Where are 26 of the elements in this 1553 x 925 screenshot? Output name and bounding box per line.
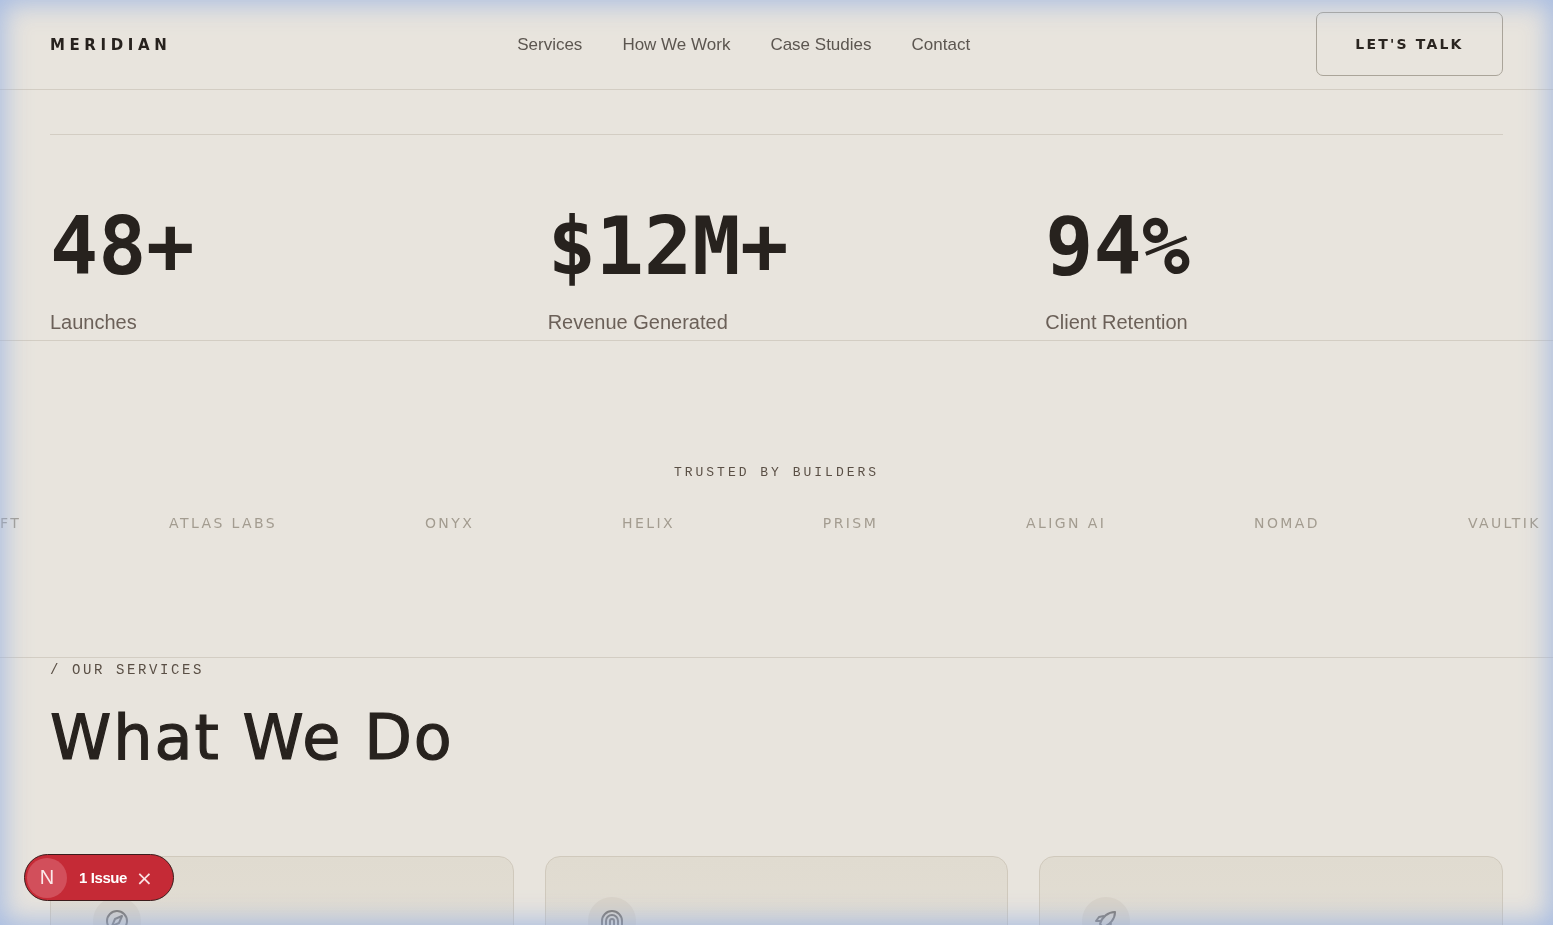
client-logo: ATLAS LABS xyxy=(169,514,278,533)
client-logo: FT xyxy=(0,514,22,533)
client-logo: PRISM xyxy=(822,514,879,533)
issues-button[interactable]: 1 Issue xyxy=(79,869,128,886)
close-button[interactable]: × xyxy=(136,867,153,888)
stat-value: 48+ xyxy=(50,205,195,289)
stat-value: $12M+ xyxy=(547,205,789,289)
client-logo: HELIX xyxy=(622,514,675,533)
section-label: / OUR SERVICES xyxy=(50,662,206,678)
nav-link[interactable]: How We Work xyxy=(622,34,731,55)
brand-logo[interactable]: MERIDIAN xyxy=(50,35,172,54)
nav-link[interactable]: Contact xyxy=(911,34,971,55)
client-logo: NOMAD xyxy=(1254,514,1320,533)
stat-value: 94% xyxy=(1045,205,1190,289)
logo-mark[interactable]: N xyxy=(27,857,67,898)
stat-label: Launches xyxy=(50,310,137,334)
section-label: TRUSTED BY BUILDERS xyxy=(673,465,880,481)
section-heading: What We Do xyxy=(50,707,455,769)
stat-label: Revenue Generated xyxy=(547,310,728,334)
cta-button[interactable]: LET'S TALK xyxy=(1316,11,1503,76)
nav-link[interactable]: Case Studies xyxy=(770,34,872,55)
client-logo: ONYX xyxy=(424,514,475,533)
client-logo: ALIGN AI xyxy=(1026,514,1107,533)
stat-label: Client Retention xyxy=(1045,310,1188,334)
client-logo: VAULTIK xyxy=(1467,514,1541,533)
nav-link[interactable]: Services xyxy=(517,34,583,55)
